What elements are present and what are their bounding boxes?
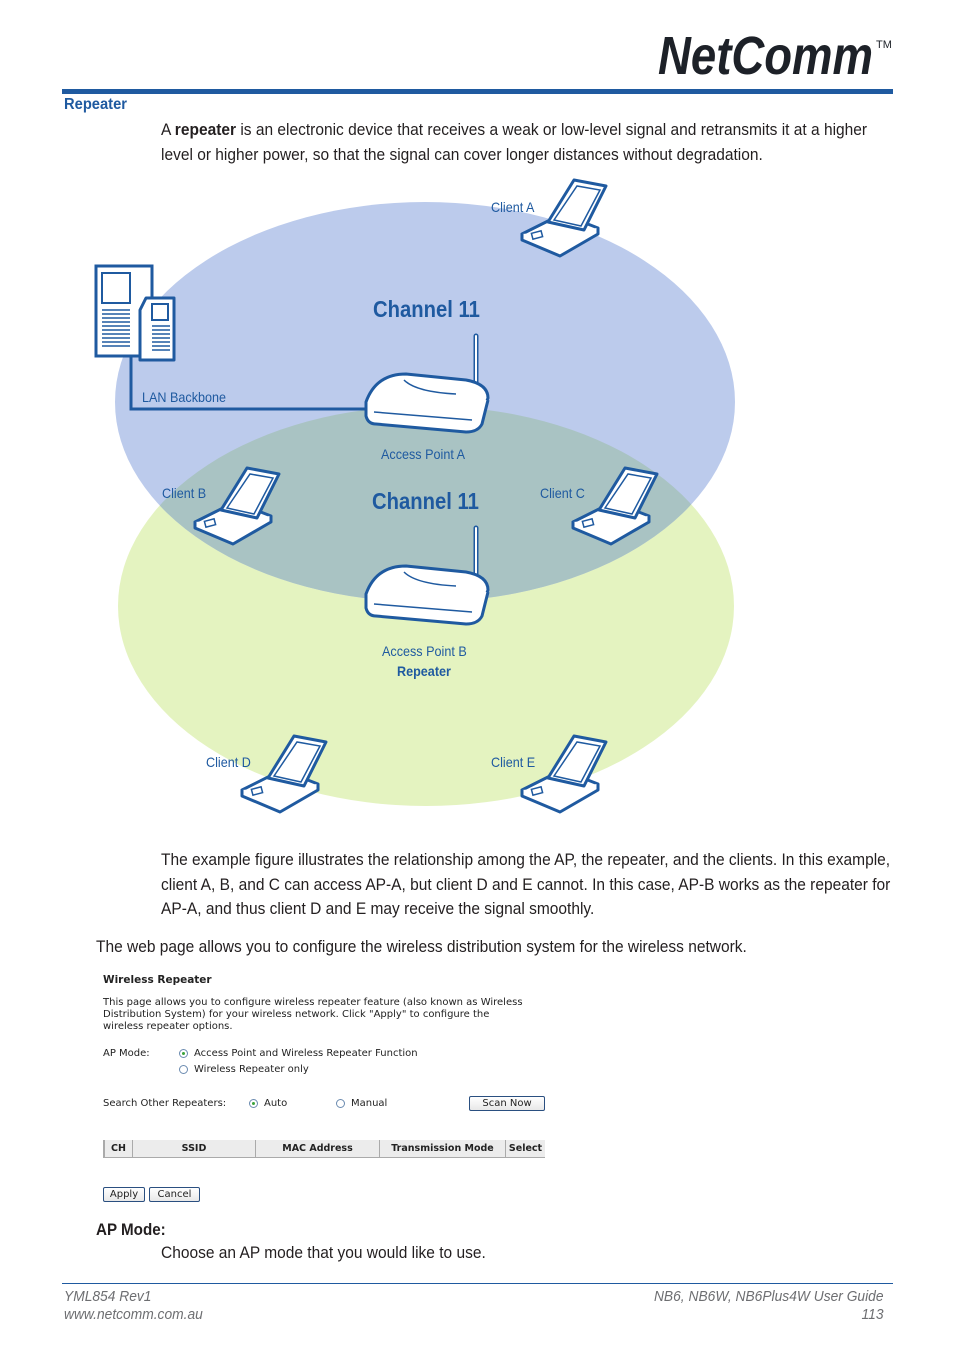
footer-right: NB6, NB6W, NB6Plus4W User Guide 113 <box>654 1288 884 1324</box>
search-repeaters-label: Search Other Repeaters: <box>103 1098 226 1109</box>
intro-rest: is an electronic device that receives a … <box>161 121 868 164</box>
client-d-label: Client D <box>206 754 251 770</box>
client-a-label: Client A <box>491 199 535 215</box>
intro-prefix: A <box>161 121 175 139</box>
radio-button-checked[interactable] <box>249 1099 258 1108</box>
guide-title: NB6, NB6W, NB6Plus4W User Guide <box>654 1288 884 1305</box>
intro-paragraph: A repeater is an electronic device that … <box>161 118 890 168</box>
channel-label-b: Channel 11 <box>372 488 479 514</box>
column-header-select: Select <box>505 1140 545 1158</box>
header-rule <box>62 89 893 94</box>
doc-code: YML854 Rev1 <box>64 1288 152 1305</box>
trademark-symbol: TM <box>876 39 892 51</box>
webpage-intro-paragraph: The web page allows you to configure the… <box>96 938 747 956</box>
radio-button-checked[interactable] <box>179 1049 188 1058</box>
ap-mode-heading: AP Mode: <box>96 1221 166 1239</box>
column-header-ch: CH <box>103 1140 133 1158</box>
repeater-diagram: Channel 11 Channel 11 LAN Backbone Acces… <box>0 170 954 820</box>
search-option-auto[interactable]: Auto <box>249 1098 287 1109</box>
intro-term: repeater <box>174 121 237 139</box>
ap-mode-label-text: AP Mode: <box>103 1048 150 1059</box>
apply-button[interactable]: Apply <box>103 1187 145 1202</box>
channel-label-a: Channel 11 <box>373 296 480 322</box>
wireless-repeater-form: Wireless Repeater This page allows you t… <box>96 968 556 1208</box>
netcomm-logo: NetComm TM <box>658 26 892 84</box>
server-icon <box>94 264 176 362</box>
search-option-label: Auto <box>264 1098 288 1109</box>
cancel-button[interactable]: Cancel <box>149 1187 200 1202</box>
repeater-results-table: CH SSID MAC Address Transmission Mode Se… <box>103 1140 545 1158</box>
logo-text: NetComm <box>658 26 873 84</box>
column-header-ssid: SSID <box>132 1140 256 1158</box>
website-link[interactable]: www.netcomm.com.au <box>64 1306 203 1324</box>
lan-backbone-label: LAN Backbone <box>142 389 227 405</box>
search-label-text: Search Other Repeaters: <box>103 1098 227 1109</box>
ap-mode-option-label: Wireless Repeater only <box>194 1064 309 1075</box>
ap-mode-option-label: Access Point and Wireless Repeater Funct… <box>194 1048 418 1059</box>
client-e-label: Client E <box>491 754 536 770</box>
section-title: Repeater <box>64 96 128 113</box>
search-option-manual[interactable]: Manual <box>336 1098 387 1109</box>
repeater-role-label: Repeater <box>397 663 451 679</box>
client-c-label: Client C <box>540 485 585 501</box>
search-option-label: Manual <box>351 1098 388 1109</box>
ap-mode-option-repeater-only[interactable]: Wireless Repeater only <box>179 1064 309 1075</box>
client-b-label: Client B <box>162 485 207 501</box>
page-number: 113 <box>861 1306 884 1323</box>
radio-button[interactable] <box>179 1065 188 1074</box>
footer-left: YML854 Rev1 www.netcomm.com.au <box>64 1288 203 1324</box>
access-point-a-label: Access Point A <box>381 446 466 462</box>
explanation-paragraph: The example figure illustrates the relat… <box>161 851 891 918</box>
column-header-mac-address: MAC Address <box>255 1140 380 1158</box>
access-point-b-label: Access Point B <box>382 643 467 659</box>
ap-mode-description: Choose an AP mode that you would like to… <box>161 1244 486 1262</box>
footer-rule <box>62 1283 893 1284</box>
ap-mode-option-ap-and-repeater[interactable]: Access Point and Wireless Repeater Funct… <box>179 1048 418 1059</box>
form-description: This page allows you to configure wirele… <box>103 997 523 1032</box>
form-title: Wireless Repeater <box>103 974 212 986</box>
scan-now-button[interactable]: Scan Now <box>469 1096 545 1111</box>
column-header-transmission-mode: Transmission Mode <box>379 1140 506 1158</box>
radio-button[interactable] <box>336 1099 345 1108</box>
table-header-row: CH SSID MAC Address Transmission Mode Se… <box>103 1140 545 1158</box>
ap-mode-label: AP Mode: <box>103 1048 150 1059</box>
